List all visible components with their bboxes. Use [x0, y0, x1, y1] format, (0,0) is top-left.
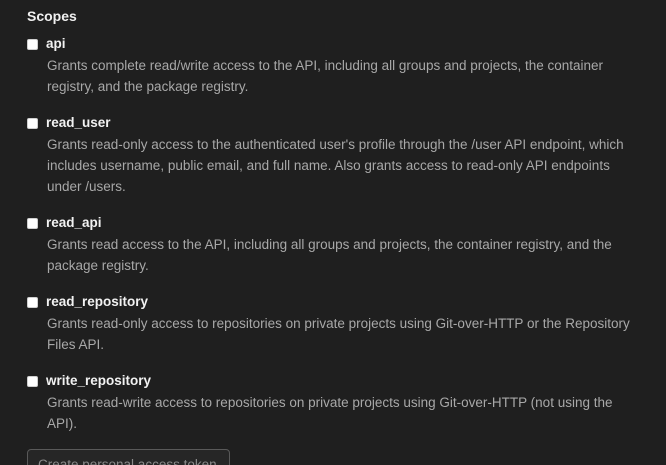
scope-read-user-checkbox[interactable] — [27, 117, 38, 129]
scope-read-user: read_user Grants read-only access to the… — [27, 113, 637, 197]
scope-read-api-description: Grants read access to the API, including… — [47, 237, 612, 273]
scope-api-description: Grants complete read/write access to the… — [47, 58, 604, 94]
scope-write-repository-checkbox[interactable] — [27, 375, 38, 387]
scope-read-repository-checkbox[interactable] — [27, 296, 38, 308]
scope-read-repository: read_repository Grants read-only access … — [27, 292, 637, 355]
scope-read-user-description: Grants read-only access to the authentic… — [47, 137, 624, 194]
scopes-title: Scopes — [27, 8, 77, 24]
scope-api: api Grants complete read/write access to… — [27, 34, 637, 97]
scope-write-repository-description: Grants read-write access to repositories… — [47, 395, 613, 431]
scope-read-repository-description: Grants read-only access to repositories … — [47, 316, 630, 352]
scope-read-api: read_api Grants read access to the API, … — [27, 213, 637, 276]
scope-read-api-checkbox[interactable] — [27, 217, 38, 229]
create-token-button[interactable]: Create personal access token — [27, 449, 230, 465]
scope-read-api-label[interactable]: read_api — [46, 213, 102, 233]
scope-write-repository-label[interactable]: write_repository — [46, 371, 151, 391]
scope-read-user-label[interactable]: read_user — [46, 113, 111, 133]
scope-api-label[interactable]: api — [46, 34, 66, 54]
scopes-form: Scopes api Grants complete read/write ac… — [0, 0, 666, 465]
scope-read-repository-label[interactable]: read_repository — [46, 292, 148, 312]
scope-api-checkbox[interactable] — [27, 38, 38, 50]
scope-write-repository: write_repository Grants read-write acces… — [27, 371, 637, 434]
